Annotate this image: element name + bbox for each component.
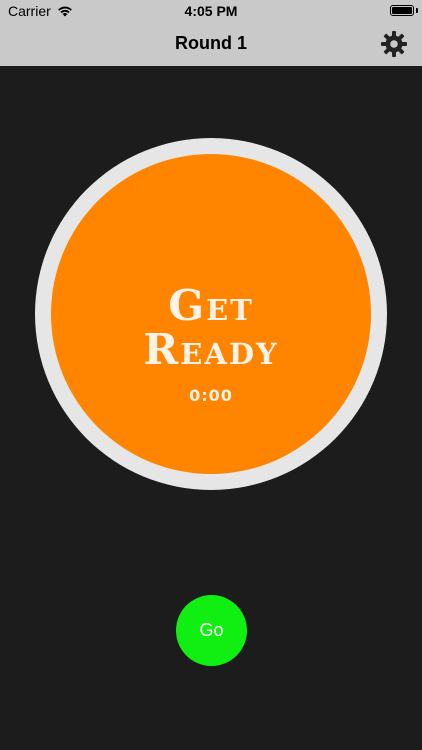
battery-tip [416, 8, 418, 13]
nav-bar: Round 1 [0, 22, 422, 66]
battery-icon [390, 5, 414, 16]
status-label: Get Ready [51, 284, 371, 372]
gear-icon [381, 31, 407, 57]
timer-ring: Get Ready 0:00 [35, 138, 387, 490]
status-time: 4:05 PM [184, 3, 238, 19]
page-title: Round 1 [175, 33, 247, 53]
app-screen: Carrier 4:05 PM Round 1 Get Ready 0:00 G… [0, 0, 422, 750]
battery-fill [392, 7, 412, 14]
timer-face: Get Ready 0:00 [51, 154, 371, 474]
settings-button[interactable] [380, 30, 408, 58]
status-line-1: Get [168, 281, 254, 330]
status-bar: Carrier 4:05 PM [0, 0, 422, 22]
go-button[interactable]: Go [176, 595, 247, 666]
status-line-2: Ready [143, 325, 279, 374]
timer-readout: 0:00 [189, 386, 233, 405]
